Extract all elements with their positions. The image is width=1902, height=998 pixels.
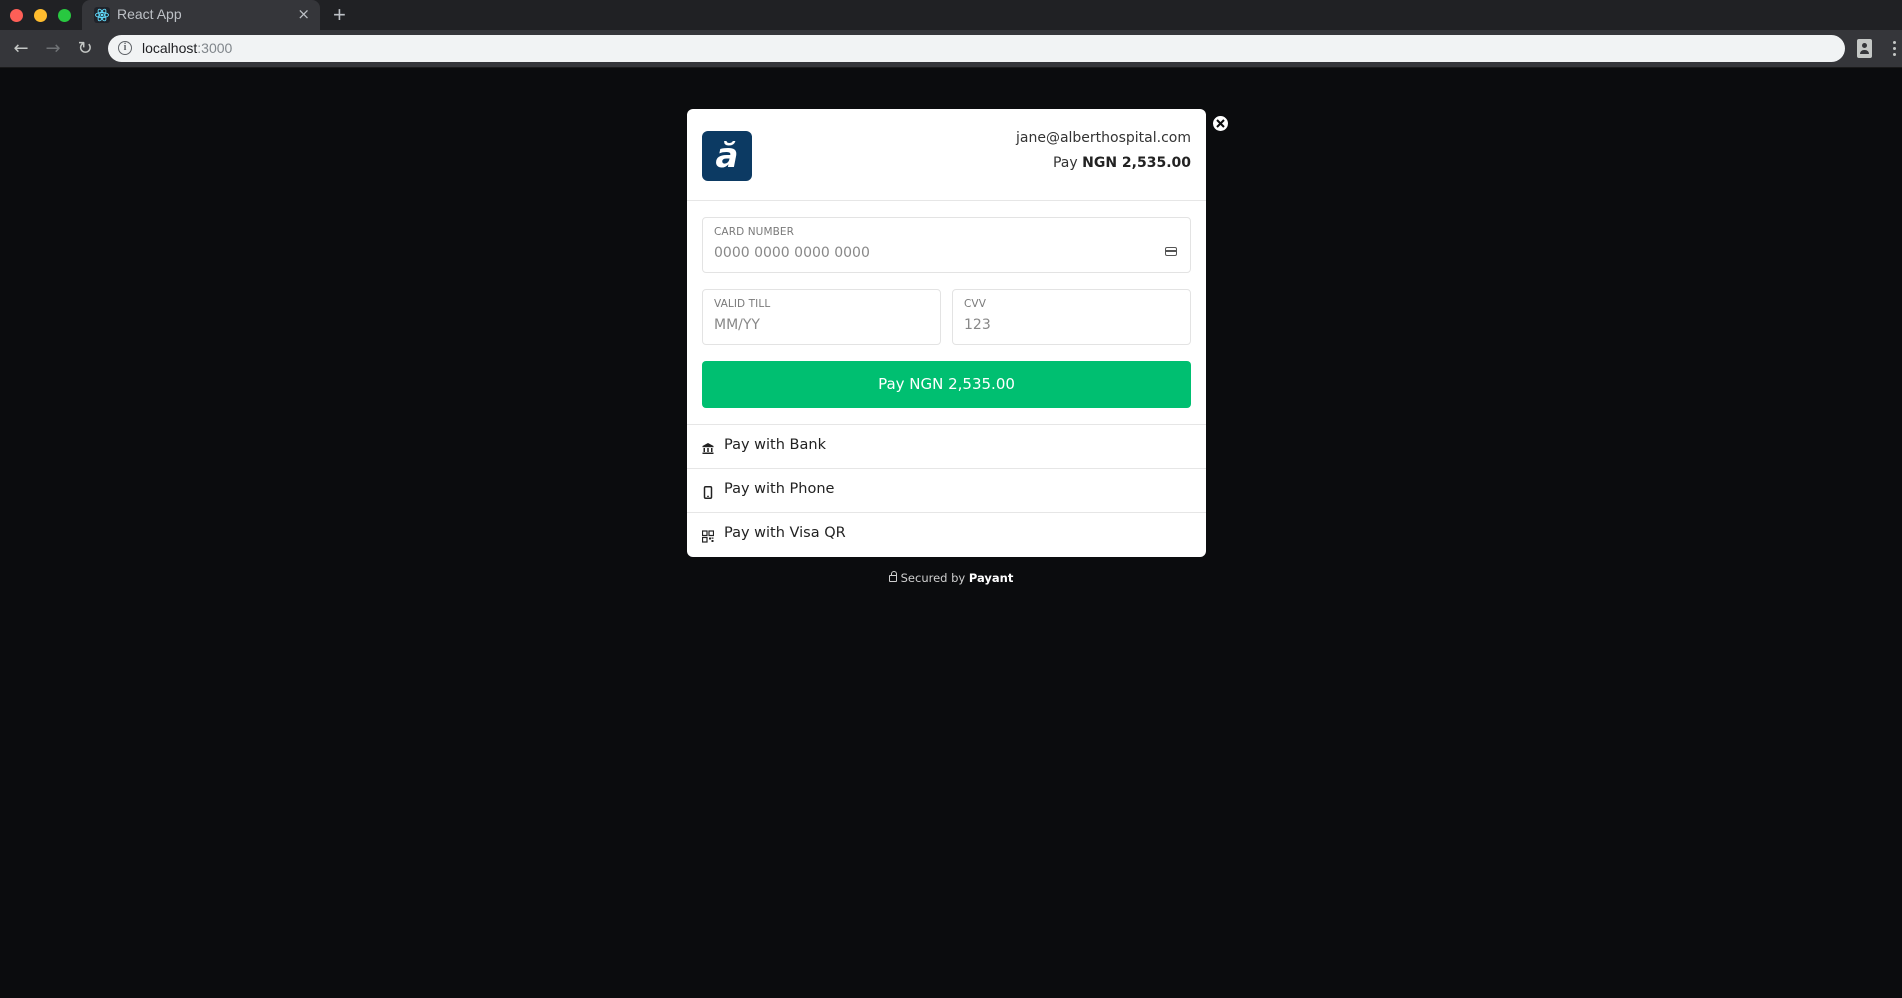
alternative-payment-methods: Pay with Bank Pay with Phone Pay with Vi…: [687, 424, 1206, 556]
pay-with-phone-label: Pay with Phone: [724, 481, 835, 497]
url-port: :3000: [197, 40, 233, 56]
qr-code-icon: [701, 528, 715, 543]
brand-name: Payant: [968, 571, 1014, 585]
profile-icon[interactable]: [1857, 39, 1872, 58]
browser-toolbar: ← → ↻ i localhost:3000: [0, 30, 1902, 68]
url-text[interactable]: localhost:3000: [142, 40, 232, 56]
bank-icon: [702, 440, 714, 454]
forward-arrow-icon[interactable]: →: [42, 38, 64, 60]
pay-button[interactable]: Pay NGN 2,535.00: [702, 361, 1191, 408]
info-icon[interactable]: i: [118, 41, 132, 55]
valid-till-input[interactable]: [714, 317, 901, 333]
amount-value: NGN 2,535.00: [1082, 155, 1191, 171]
phone-icon: [702, 484, 714, 499]
payment-modal: ă jane@alberthospital.com Pay NGN 2,535.…: [687, 109, 1206, 557]
window-maximize-button[interactable]: [58, 9, 71, 22]
tab-title: React App: [117, 6, 182, 22]
merchant-logo: ă: [702, 131, 752, 181]
secured-prefix: Secured by: [900, 571, 969, 585]
amount-prefix: Pay: [1052, 155, 1083, 171]
tab-close-icon[interactable]: ×: [297, 5, 310, 23]
secured-by-footer: Secured by Payant: [0, 571, 1902, 585]
new-tab-button[interactable]: +: [333, 2, 346, 28]
pay-with-visa-qr-option[interactable]: Pay with Visa QR: [687, 512, 1206, 556]
url-host: localhost: [142, 40, 198, 56]
back-arrow-icon[interactable]: ←: [10, 38, 32, 60]
pay-with-bank-option[interactable]: Pay with Bank: [687, 424, 1206, 468]
close-modal-button[interactable]: [1213, 116, 1228, 131]
card-number-label: CARD NUMBER: [714, 226, 795, 238]
customer-email: jane@alberthospital.com: [1016, 130, 1191, 146]
reload-icon[interactable]: ↻: [74, 38, 96, 60]
valid-till-field[interactable]: VALID TILL: [702, 289, 941, 345]
credit-card-icon: [1165, 247, 1177, 256]
modal-header: ă jane@alberthospital.com Pay NGN 2,535.…: [687, 109, 1206, 201]
valid-till-label: VALID TILL: [714, 298, 771, 310]
card-number-input[interactable]: [714, 245, 1151, 261]
card-number-field[interactable]: CARD NUMBER: [702, 217, 1191, 273]
browser-tab[interactable]: React App ×: [82, 0, 320, 30]
react-logo-icon: [94, 7, 110, 23]
cvv-input[interactable]: [964, 317, 1151, 333]
cvv-label: CVV: [964, 298, 986, 310]
more-menu-icon[interactable]: [1893, 41, 1897, 57]
pay-with-visa-qr-label: Pay with Visa QR: [724, 525, 846, 541]
lock-icon: [888, 571, 897, 582]
address-bar[interactable]: i localhost:3000: [108, 35, 1845, 62]
pay-with-phone-option[interactable]: Pay with Phone: [687, 468, 1206, 512]
window-minimize-button[interactable]: [34, 9, 47, 22]
window-close-button[interactable]: [10, 9, 23, 22]
cvv-field[interactable]: CVV: [952, 289, 1191, 345]
amount-summary: Pay NGN 2,535.00: [1053, 155, 1191, 171]
browser-tab-bar: React App × +: [0, 0, 1902, 30]
close-icon: [1216, 119, 1225, 128]
pay-with-bank-label: Pay with Bank: [724, 437, 826, 453]
